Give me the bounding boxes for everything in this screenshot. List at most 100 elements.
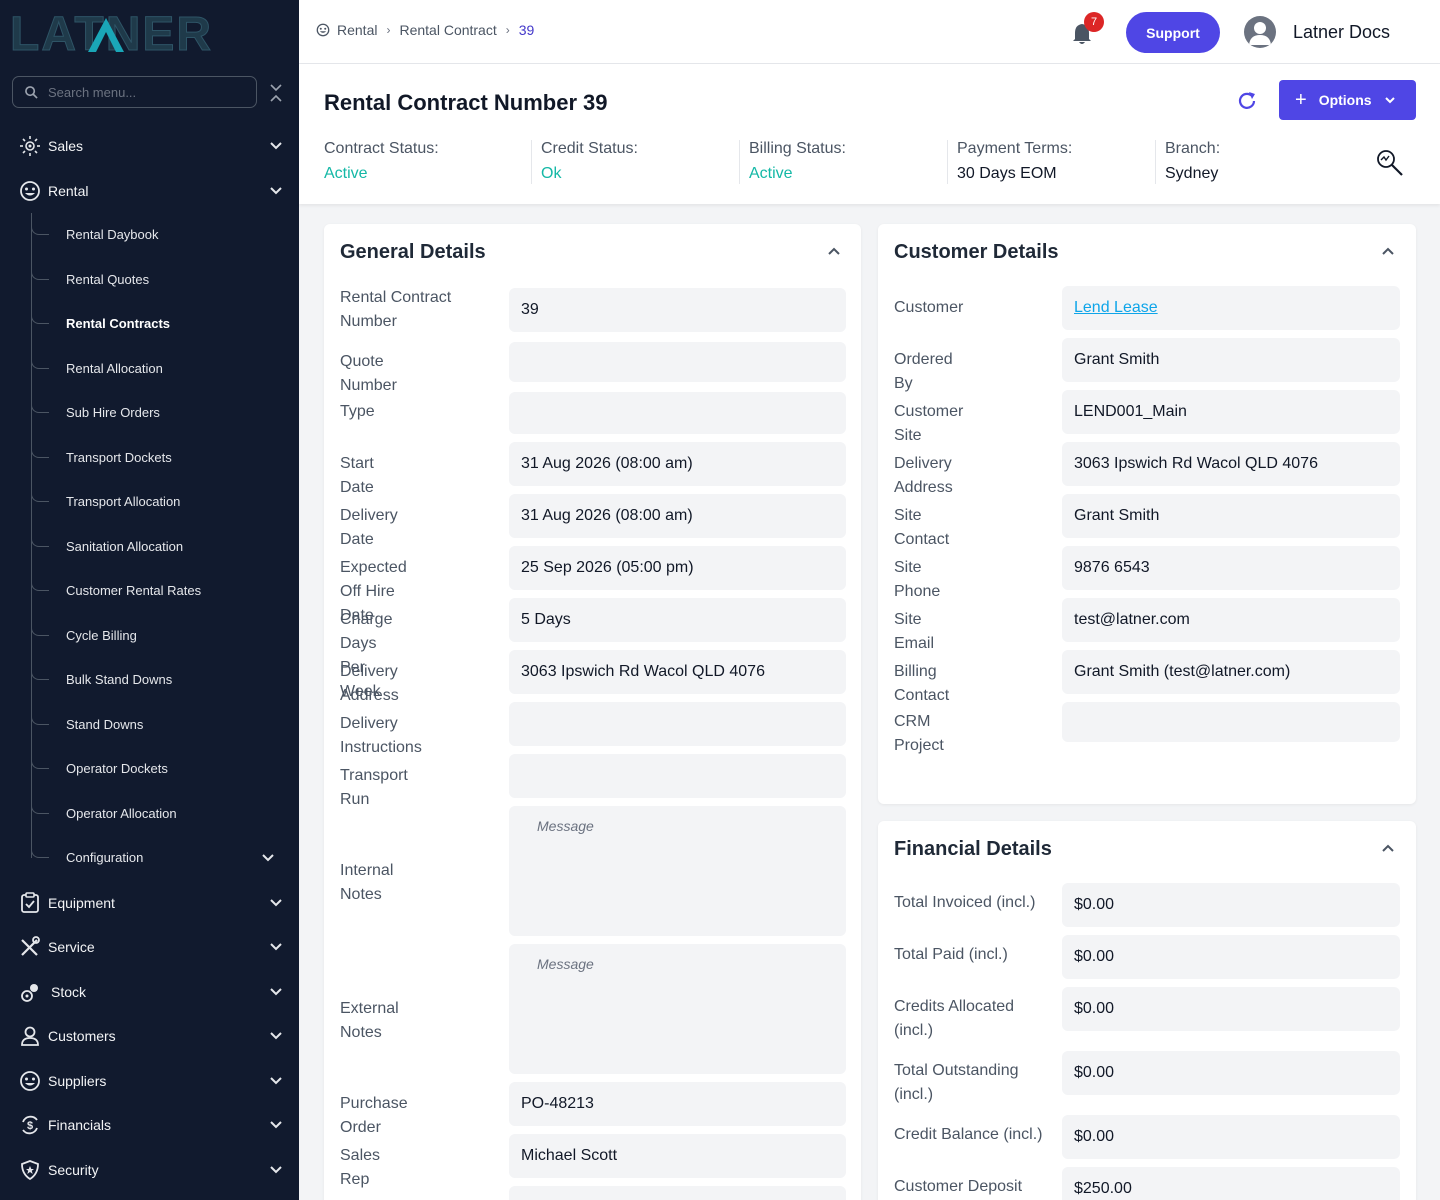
quote-number-value[interactable] — [509, 342, 846, 382]
nav-financials[interactable]: $ Financials — [0, 1103, 299, 1147]
credits-allocated-value[interactable]: $0.00 — [1062, 987, 1400, 1031]
chevron-down-icon — [262, 854, 274, 862]
nav-security[interactable]: Security — [0, 1148, 299, 1192]
chevron-right-icon: › — [386, 23, 391, 37]
customer-link[interactable]: Lend Lease — [1062, 286, 1400, 330]
billing-status: Billing Status: Active — [749, 140, 846, 182]
nav-service[interactable]: Service — [0, 925, 299, 969]
delivery-instructions-value[interactable] — [509, 702, 846, 746]
support-button[interactable]: Support — [1126, 12, 1220, 53]
sidebar-item-rental-contracts[interactable]: Rental Contracts — [31, 302, 291, 346]
nav-suppliers[interactable]: Suppliers — [0, 1059, 299, 1103]
sidebar: LATNER Sales Rental Rental Dayboo — [0, 0, 299, 1200]
total-paid-value[interactable]: $0.00 — [1062, 935, 1400, 979]
sidebar-item-configuration[interactable]: Configuration — [31, 836, 291, 880]
site-contact-value[interactable]: Grant Smith — [1062, 494, 1400, 538]
chevron-down-icon — [270, 943, 282, 951]
user-avatar-icon — [1249, 22, 1271, 45]
customer-details-title: Customer Details — [894, 241, 1059, 263]
page-title-label: Rental Contract Number — [324, 90, 578, 115]
rental-icon — [316, 23, 330, 37]
delivery-address-value[interactable]: 3063 Ipswich Rd Wacol QLD 4076 — [509, 650, 846, 694]
nav-stock[interactable]: Stock — [0, 970, 299, 1014]
sidebar-item-cycle-billing[interactable]: Cycle Billing — [31, 614, 291, 658]
avatar[interactable] — [1244, 16, 1276, 48]
sidebar-item-operator-dockets[interactable]: Operator Dockets — [31, 747, 291, 791]
chevron-down-icon — [270, 187, 282, 195]
total-outstanding-value[interactable]: $0.00 — [1062, 1051, 1400, 1095]
refresh-icon[interactable] — [1236, 90, 1258, 112]
options-button[interactable]: + Options — [1279, 80, 1416, 120]
start-date-value[interactable]: 31 Aug 2026 (08:00 am) — [509, 442, 846, 486]
customer-deposit-value[interactable]: $250.00 — [1062, 1167, 1400, 1200]
customer-details-card: Customer Details Customer Lend Lease Ord… — [878, 224, 1416, 804]
ordered-by-value[interactable]: Grant Smith — [1062, 338, 1400, 382]
latner-logo[interactable]: LATNER — [10, 12, 280, 54]
chevron-down-icon — [270, 988, 282, 996]
chevron-up-icon[interactable] — [827, 244, 841, 258]
payment-terms: Payment Terms: 30 Days EOM — [957, 140, 1073, 182]
nav-rental[interactable]: Rental — [0, 169, 299, 213]
magnify-icon[interactable] — [1375, 148, 1405, 178]
sidebar-item-sub-hire-orders[interactable]: Sub Hire Orders — [31, 391, 291, 435]
sidebar-item-bulk-stand-downs[interactable]: Bulk Stand Downs — [31, 658, 291, 702]
credit-balance-value[interactable]: $0.00 — [1062, 1115, 1400, 1159]
chevron-up-icon[interactable] — [1381, 841, 1395, 855]
dollar-cycle-icon: $ — [22, 1115, 38, 1135]
delivery-date-value[interactable]: 31 Aug 2026 (08:00 am) — [509, 494, 846, 538]
breadcrumb-current: 39 — [518, 22, 535, 38]
chevron-up-icon[interactable] — [1381, 244, 1395, 258]
customer-site-value[interactable]: LEND001_Main — [1062, 390, 1400, 434]
type-value[interactable] — [509, 392, 846, 434]
financial-details-card: Financial Details Total Invoiced (incl.)… — [878, 821, 1416, 1200]
sidebar-item-rental-daybook[interactable]: Rental Daybook — [31, 213, 291, 257]
sidebar-item-transport-allocation[interactable]: Transport Allocation — [31, 480, 291, 524]
nav-suppliers-label: Suppliers — [48, 1073, 107, 1089]
crm-project-value[interactable] — [1062, 702, 1400, 742]
chevron-down-icon — [270, 1032, 282, 1040]
site-email-value[interactable]: test@latner.com — [1062, 598, 1400, 642]
sidebar-item-stand-downs[interactable]: Stand Downs — [31, 703, 291, 747]
options-label: Options — [1318, 92, 1372, 108]
charge-days-per-week-value[interactable]: 5 Days — [509, 598, 846, 642]
chevron-down-icon — [270, 1121, 282, 1129]
transport-run-value[interactable] — [509, 754, 846, 798]
chevron-down-icon — [1384, 97, 1395, 104]
chevron-down-icon — [270, 899, 282, 907]
sidebar-item-customer-rental-rates[interactable]: Customer Rental Rates — [31, 569, 291, 613]
sales-icon — [20, 136, 40, 156]
breadcrumb-rental[interactable]: Rental — [337, 22, 377, 38]
tools-icon — [21, 936, 40, 956]
total-invoiced-value[interactable]: $0.00 — [1062, 883, 1400, 927]
sidebar-item-transport-dockets[interactable]: Transport Dockets — [31, 436, 291, 480]
nav-sales[interactable]: Sales — [0, 124, 299, 168]
internal-notes-textarea[interactable]: Message — [509, 806, 846, 936]
sidebar-item-sanitation-allocation[interactable]: Sanitation Allocation — [31, 525, 291, 569]
chevron-down-icon — [270, 1077, 282, 1085]
sidebar-item-rental-allocation[interactable]: Rental Allocation — [31, 347, 291, 391]
billing-contact-value[interactable]: Grant Smith (test@latner.com) — [1062, 650, 1400, 694]
search-input[interactable] — [48, 84, 238, 100]
notification-badge: 7 — [1084, 12, 1104, 32]
nav-customers[interactable]: Customers — [0, 1014, 299, 1058]
nav-service-label: Service — [48, 939, 95, 955]
customer-delivery-address-value[interactable]: 3063 Ipswich Rd Wacol QLD 4076 — [1062, 442, 1400, 486]
rental-contract-number-value[interactable]: 39 — [509, 288, 846, 332]
sidebar-search[interactable] — [12, 76, 257, 108]
credit-status-value: Ok — [541, 165, 562, 182]
plus-icon: + — [1295, 88, 1307, 111]
sales-rep-value[interactable]: Michael Scott — [509, 1134, 846, 1178]
expected-off-hire-date-value[interactable]: 25 Sep 2026 (05:00 pm) — [509, 546, 846, 590]
clipboard-check-icon — [21, 892, 39, 913]
nav-equipment[interactable]: Equipment — [0, 881, 299, 925]
shield-icon — [21, 1160, 39, 1181]
breadcrumb-rental-contract[interactable]: Rental Contract — [399, 22, 496, 38]
nav-financials-label: Financials — [48, 1117, 112, 1133]
user-name[interactable]: Latner Docs — [1293, 22, 1390, 43]
site-phone-value[interactable]: 9876 6543 — [1062, 546, 1400, 590]
collapse-sidebar-icon[interactable] — [268, 82, 284, 104]
purchase-order-value[interactable]: PO-48213 — [509, 1082, 846, 1126]
sidebar-item-operator-allocation[interactable]: Operator Allocation — [31, 792, 291, 836]
external-notes-textarea[interactable]: Message — [509, 944, 846, 1074]
sidebar-item-rental-quotes[interactable]: Rental Quotes — [31, 258, 291, 302]
